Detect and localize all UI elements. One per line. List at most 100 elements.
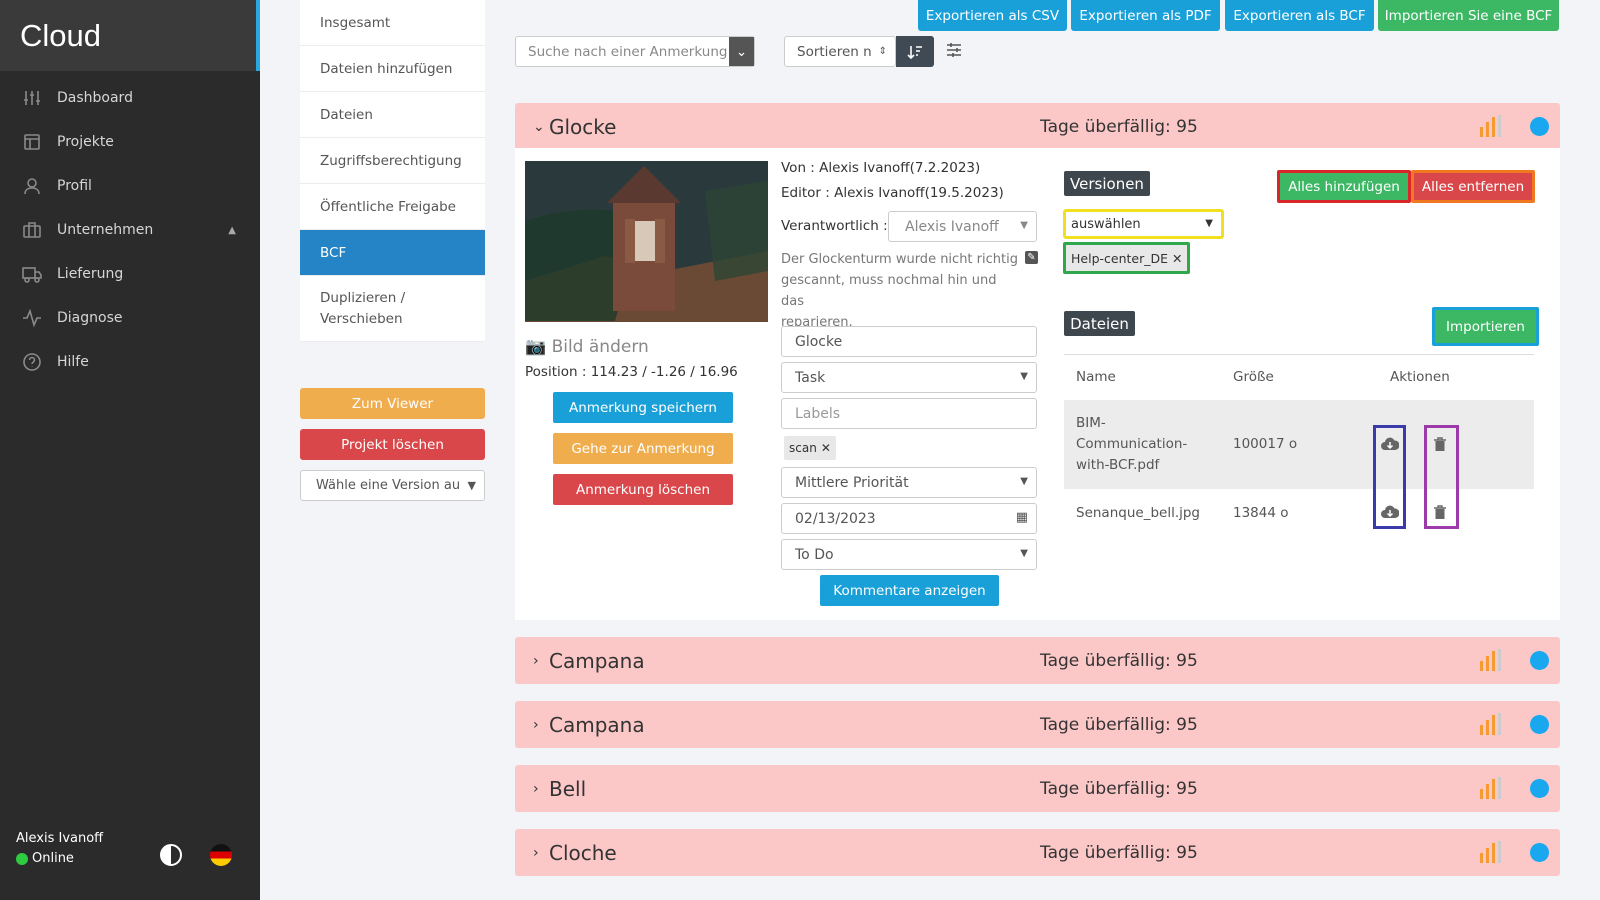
sidebar-item-diagnose[interactable]: Diagnose	[0, 296, 260, 340]
tab-bcf[interactable]: BCF	[300, 230, 485, 276]
priority-value: Mittlere Priorität	[795, 474, 909, 491]
chevron-down-icon: ▼	[1205, 218, 1213, 229]
version-select[interactable]: Wähle eine Version au ▼	[300, 470, 485, 501]
export-pdf-button[interactable]: Exportieren als PDF	[1071, 0, 1220, 31]
sort-select[interactable]: Sortieren n ⇕	[784, 36, 896, 67]
activity-icon	[23, 308, 41, 328]
tab-oeffentliche-freigabe[interactable]: Öffentliche Freigabe	[300, 184, 485, 230]
chevron-down-icon: ⌄	[533, 118, 545, 135]
versions-heading: Versionen	[1064, 171, 1150, 196]
trash-icon[interactable]	[1433, 437, 1447, 452]
export-bcf-button[interactable]: Exportieren als BCF	[1225, 0, 1374, 31]
sidebar-item-label: Diagnose	[57, 310, 123, 326]
issue-title: Bell	[549, 776, 587, 801]
label-tag[interactable]: scan ✕	[784, 436, 836, 460]
show-comments-button[interactable]: Kommentare anzeigen	[820, 575, 999, 606]
sort-direction-button[interactable]	[896, 36, 934, 67]
sliders-icon	[24, 91, 40, 105]
priority-select[interactable]: Mittlere Priorität ▼	[781, 467, 1037, 498]
issue-header[interactable]: › Bell Tage überfällig: 95	[515, 765, 1560, 812]
tab-zugriffsberechtigung[interactable]: Zugriffsberechtigung	[300, 138, 485, 184]
sidebar-item-label: Unternehmen	[57, 222, 154, 238]
author-info: Von : Alexis Ivanoff(7.2.2023)	[781, 160, 981, 176]
save-annotation-button[interactable]: Anmerkung speichern	[553, 392, 733, 423]
sort-caret-icon: ⇕	[878, 46, 887, 57]
remove-all-button[interactable]: Alles entfernen	[1411, 170, 1535, 203]
version-tag-select[interactable]: auswählen ▼	[1063, 209, 1224, 239]
file-name[interactable]: Senanque_bell.jpg	[1076, 505, 1200, 521]
issue-header[interactable]: ⌄ Glocke Tage überfällig: 95	[515, 103, 1560, 150]
file-name-line: BIM-	[1076, 415, 1106, 431]
issue-header[interactable]: › Cloche Tage überfällig: 95	[515, 829, 1560, 876]
issue-title: Campana	[549, 712, 645, 737]
cloud-download-icon[interactable]	[1381, 437, 1399, 451]
calendar-icon[interactable]: ▦	[1016, 510, 1028, 525]
close-icon[interactable]: ✕	[1172, 251, 1182, 266]
date-input[interactable]: 02/13/2023 ▦	[781, 503, 1037, 534]
edit-icon[interactable]: ✎	[1025, 251, 1038, 264]
change-image-link[interactable]: 📷 Bild ändern	[525, 337, 649, 357]
sidebar-item-unternehmen[interactable]: Unternehmen ▲	[0, 208, 260, 252]
status-circle-icon	[1530, 843, 1549, 862]
sidebar-item-label: Profil	[57, 178, 92, 194]
sidebar-item-label: Hilfe	[57, 354, 89, 370]
priority-bars-icon	[1480, 713, 1501, 735]
version-tag[interactable]: Help-center_DE ✕	[1063, 242, 1191, 274]
chevron-right-icon: ›	[533, 652, 539, 669]
close-icon[interactable]: ✕	[821, 441, 831, 455]
add-all-button[interactable]: Alles hinzufügen	[1277, 170, 1411, 203]
responsible-select[interactable]: Alexis Ivanoff ▼	[888, 211, 1037, 242]
sort-label: Sortieren n	[797, 43, 872, 60]
delete-annotation-button[interactable]: Anmerkung löschen	[553, 474, 733, 505]
issue-due: Tage überfällig: 95	[1040, 714, 1198, 735]
tab-duplizieren-label: Duplizieren / Verschieben	[320, 289, 406, 327]
sidebar-item-lieferung[interactable]: Lieferung	[0, 252, 260, 296]
issue-due: Tage überfällig: 95	[1040, 778, 1198, 799]
search-input[interactable]: Suche nach einer Anmerkung ⌄	[515, 36, 755, 67]
sidebar-item-label: Dashboard	[57, 90, 133, 106]
issue-title: Cloche	[549, 840, 617, 865]
briefcase-icon	[23, 222, 41, 238]
file-name[interactable]: BIM- Communication-with-BCF.pdf	[1076, 413, 1187, 476]
filter-settings-icon[interactable]	[946, 42, 962, 58]
chevron-down-icon: ▼	[1020, 548, 1028, 559]
status-select[interactable]: To Do ▼	[781, 539, 1037, 570]
version-tag-text: Help-center_DE	[1071, 250, 1168, 266]
sidebar-item-hilfe[interactable]: Hilfe	[0, 340, 260, 384]
goto-annotation-button[interactable]: Gehe zur Anmerkung	[553, 433, 733, 464]
cloud-download-icon[interactable]	[1381, 505, 1399, 519]
sort-desc-icon	[907, 45, 922, 59]
tab-insgesamt[interactable]: Insgesamt	[300, 0, 485, 46]
issue-snapshot-image[interactable]	[525, 161, 768, 322]
import-files-button[interactable]: Importieren	[1432, 307, 1539, 346]
delete-project-button[interactable]: Projekt löschen	[300, 429, 485, 460]
issue-header[interactable]: › Campana Tage überfällig: 95	[515, 637, 1560, 684]
brand-logo[interactable]: Cloud	[0, 0, 260, 71]
issue-header[interactable]: › Campana Tage überfällig: 95	[515, 701, 1560, 748]
issue-due: Tage überfällig: 95	[1040, 116, 1198, 137]
table-divider	[1064, 354, 1534, 355]
label-tag-text: scan	[789, 441, 817, 455]
sidebar-item-projekte[interactable]: Projekte	[0, 120, 260, 164]
tab-dateien[interactable]: Dateien	[300, 92, 485, 138]
priority-bars-icon	[1480, 649, 1501, 671]
chevron-down-icon[interactable]: ⌄	[729, 37, 754, 66]
chevron-down-icon: ▼	[1020, 476, 1028, 487]
viewer-button[interactable]: Zum Viewer	[300, 388, 485, 419]
tab-dateien-hinzufuegen[interactable]: Dateien hinzufügen	[300, 46, 485, 92]
position-readout: Position : 114.23 / -1.26 / 16.96	[525, 364, 738, 380]
import-bcf-button[interactable]: Importieren Sie eine BCF	[1378, 0, 1559, 31]
user-info[interactable]: Alexis Ivanoff Online	[16, 831, 103, 866]
export-csv-button[interactable]: Exportieren als CSV	[918, 0, 1067, 31]
sidebar-item-dashboard[interactable]: Dashboard	[0, 76, 260, 120]
german-flag-icon[interactable]	[210, 844, 232, 866]
status-value: To Do	[795, 546, 834, 563]
type-select[interactable]: Task ▼	[781, 362, 1037, 393]
chevron-up-icon: ▲	[228, 224, 236, 236]
title-input[interactable]: Glocke	[781, 326, 1037, 357]
labels-input[interactable]: Labels	[781, 398, 1037, 429]
contrast-toggle-icon[interactable]	[160, 844, 182, 866]
trash-icon[interactable]	[1433, 505, 1447, 520]
tab-duplizieren[interactable]: Duplizieren / Verschieben	[300, 276, 485, 342]
sidebar-item-profil[interactable]: Profil	[0, 164, 260, 208]
